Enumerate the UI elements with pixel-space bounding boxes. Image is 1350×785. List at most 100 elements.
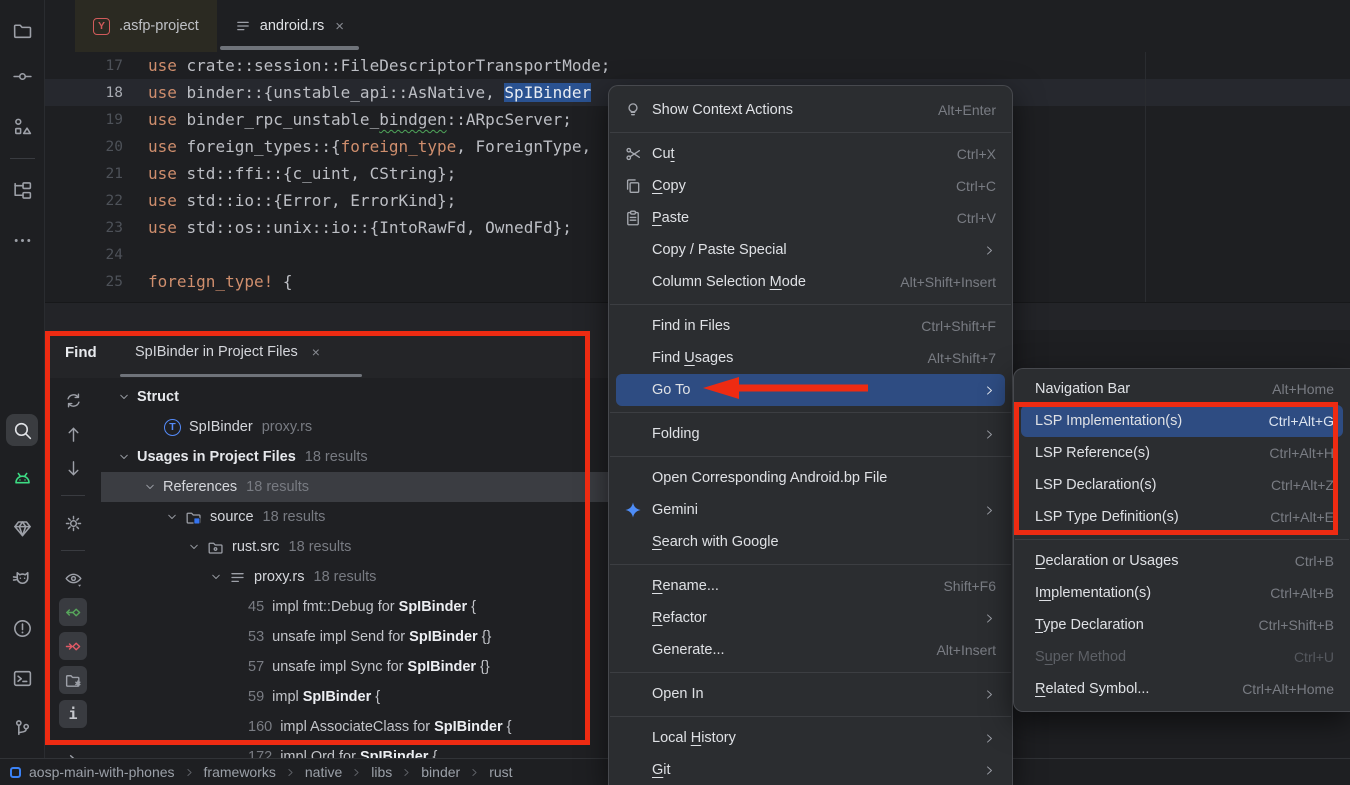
project-folder-icon[interactable] (6, 14, 38, 46)
tree-row-references[interactable]: References18 results (101, 472, 608, 502)
breadcrumb-item-frameworks[interactable]: frameworks (204, 764, 276, 780)
tree-row-struct[interactable]: Struct (101, 382, 608, 412)
menu-item-cut[interactable]: CutCtrl+X (616, 138, 1005, 170)
menu-item-copy[interactable]: CopyCtrl+C (616, 170, 1005, 202)
line-number: 22 (45, 193, 148, 209)
menu-item-open-in[interactable]: Open In (616, 678, 1005, 710)
find-results-tab[interactable]: SpIBinder in Project Files × (135, 344, 320, 360)
tree-row-source[interactable]: source18 results (101, 502, 608, 532)
menu-item-column-selection-mode[interactable]: Column Selection ModeAlt+Shift+Insert (616, 266, 1005, 298)
more-icon[interactable] (6, 224, 38, 256)
menu-item-paste[interactable]: PasteCtrl+V (616, 202, 1005, 234)
git-branch-icon[interactable] (6, 712, 38, 744)
menu-item-navigation-bar[interactable]: Navigation BarAlt+Home (1021, 373, 1343, 405)
hierarchy-icon[interactable] (6, 174, 38, 206)
menu-item-local-history[interactable]: Local History (616, 722, 1005, 754)
open-results-in-new-tab-icon[interactable] (59, 666, 87, 694)
chevron-right-icon (401, 767, 412, 778)
menu-item-shortcut: Ctrl+U (1294, 649, 1334, 665)
menu-item-find-usages[interactable]: Find UsagesAlt+Shift+7 (616, 342, 1005, 374)
close-icon[interactable]: × (335, 18, 344, 35)
editor-tab-asfp-project[interactable]: Y.asfp-project (75, 0, 217, 52)
tree-row-spibinder[interactable]: TSpIBinderproxy.rs (101, 412, 608, 442)
arrow-up-icon[interactable] (59, 420, 87, 448)
find-result-row[interactable]: 160impl AssociateClass for SpIBinder { (101, 712, 608, 742)
menu-item-shortcut: Ctrl+Shift+B (1259, 617, 1334, 633)
menu-item-label: Copy (652, 178, 686, 194)
menu-item-related-symbol[interactable]: Related Symbol...Ctrl+Alt+Home (1021, 673, 1343, 705)
menu-item-lsp-type-definition-s[interactable]: LSP Type Definition(s)Ctrl+Alt+E (1021, 501, 1343, 533)
preview-info-icon[interactable]: i (59, 700, 87, 728)
menu-item-go-to[interactable]: Go To (616, 374, 1005, 406)
breadcrumb-item-binder[interactable]: binder (421, 764, 460, 780)
close-icon[interactable]: × (312, 344, 320, 360)
breadcrumb-item-libs[interactable]: libs (371, 764, 392, 780)
find-result-row[interactable]: 59impl SpIBinder { (101, 682, 608, 712)
find-result-row[interactable]: 45impl fmt::Debug for SpIBinder { (101, 592, 608, 622)
menu-item-label: Folding (652, 426, 700, 442)
result-count: 18 results (314, 569, 377, 585)
search-icon[interactable] (6, 414, 38, 446)
menu-item-lsp-declaration-s[interactable]: LSP Declaration(s)Ctrl+Alt+Z (1021, 469, 1343, 501)
menu-item-git[interactable]: Git (616, 754, 1005, 785)
cat-icon[interactable] (6, 562, 38, 594)
gear-icon[interactable] (59, 509, 87, 537)
result-text: impl SpIBinder { (272, 689, 380, 705)
gem-icon[interactable] (6, 512, 38, 544)
breadcrumb-item-rust[interactable]: rust (489, 764, 512, 780)
chevron-down-icon[interactable] (188, 541, 200, 553)
chevron-down-icon[interactable] (210, 571, 222, 583)
menu-item-search-with-google[interactable]: Search with Google (616, 526, 1005, 558)
next-occurrence-icon[interactable] (59, 632, 87, 660)
menu-item-refactor[interactable]: Refactor (616, 602, 1005, 634)
menu-item-shortcut: Alt+Shift+Insert (900, 274, 996, 290)
menu-item-generate[interactable]: Generate...Alt+Insert (616, 634, 1005, 666)
code-text: use foreign_types::{foreign_type, Foreig… (148, 137, 591, 156)
problems-icon[interactable] (6, 612, 38, 644)
menu-item-open-corresponding-android-bp-file[interactable]: Open Corresponding Android.bp File (616, 462, 1005, 494)
menu-separator (610, 132, 1011, 133)
chevron-down-icon[interactable] (166, 511, 178, 523)
tree-row-rust-src[interactable]: rust.src18 results (101, 532, 608, 562)
menu-item-find-in-files[interactable]: Find in FilesCtrl+Shift+F (616, 310, 1005, 342)
menu-item-rename[interactable]: Rename...Shift+F6 (616, 570, 1005, 602)
structure-icon[interactable] (6, 110, 38, 142)
tree-row-proxy-rs[interactable]: proxy.rs18 results (101, 562, 608, 592)
submenu-arrow-icon (983, 732, 996, 745)
tree-label: rust.src (232, 539, 280, 555)
terminal-icon[interactable] (6, 662, 38, 694)
find-result-row[interactable]: 53unsafe impl Send for SpIBinder {} (101, 622, 608, 652)
result-text: unsafe impl Sync for SpIBinder {} (272, 659, 490, 675)
chevron-down-icon[interactable] (144, 481, 156, 493)
chevron-down-icon[interactable] (118, 391, 130, 403)
chevron-down-icon[interactable] (118, 451, 130, 463)
tree-label: References (163, 479, 237, 495)
eye-icon[interactable] (59, 564, 87, 592)
find-result-row[interactable]: 57unsafe impl Sync for SpIBinder {} (101, 652, 608, 682)
menu-item-show-context-actions[interactable]: Show Context ActionsAlt+Enter (616, 94, 1005, 126)
commit-icon[interactable] (6, 60, 38, 92)
find-result-row[interactable]: 172impl Ord for SpIBinder { (101, 742, 608, 758)
editor-tab-android-rs[interactable]: android.rs× (217, 0, 362, 52)
tree-row-usages-in-project-files[interactable]: Usages in Project Files18 results (101, 442, 608, 472)
breadcrumb-item-native[interactable]: native (305, 764, 342, 780)
menu-item-copy-paste-special[interactable]: Copy / Paste Special (616, 234, 1005, 266)
menu-item-implementation-s[interactable]: Implementation(s)Ctrl+Alt+B (1021, 577, 1343, 609)
chevron-right-icon (351, 767, 362, 778)
android-icon[interactable] (6, 462, 38, 494)
yaml-file-icon: Y (93, 18, 110, 35)
menu-item-lsp-reference-s[interactable]: LSP Reference(s)Ctrl+Alt+H (1021, 437, 1343, 469)
arrow-down-icon[interactable] (59, 454, 87, 482)
menu-item-folding[interactable]: Folding (616, 418, 1005, 450)
code-line-17[interactable]: 17use crate::session::FileDescriptorTran… (45, 52, 1350, 79)
result-match: SpIBinder (399, 599, 467, 615)
menu-item-lsp-implementation-s[interactable]: LSP Implementation(s)Ctrl+Alt+G (1021, 405, 1343, 437)
menu-item-shortcut: Ctrl+Alt+Z (1271, 477, 1334, 493)
prev-occurrence-icon[interactable] (59, 598, 87, 626)
refresh-icon[interactable] (59, 386, 87, 414)
expand-chevron-icon[interactable] (59, 746, 87, 758)
menu-item-declaration-or-usages[interactable]: Declaration or UsagesCtrl+B (1021, 545, 1343, 577)
menu-item-gemini[interactable]: Gemini (616, 494, 1005, 526)
breadcrumb-item-aosp-main-with-phones[interactable]: aosp-main-with-phones (29, 764, 175, 780)
menu-item-type-declaration[interactable]: Type DeclarationCtrl+Shift+B (1021, 609, 1343, 641)
